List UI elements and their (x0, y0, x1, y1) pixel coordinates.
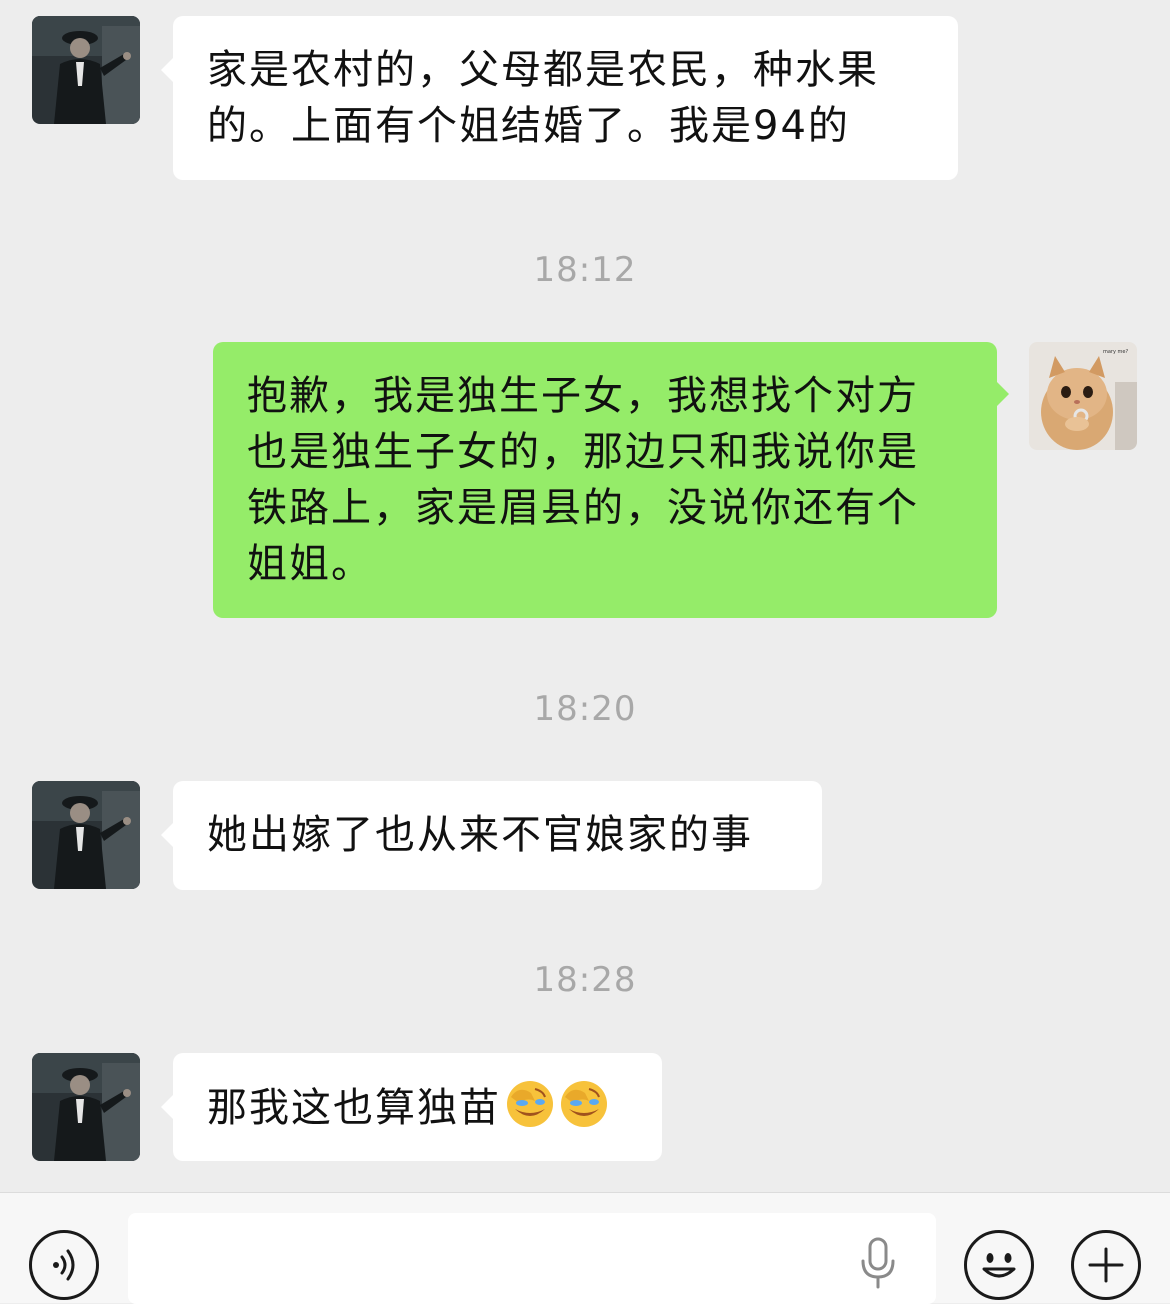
message-text-line: 家是农村的，父母都是农民，种水果 (207, 47, 879, 93)
voice-button[interactable] (29, 1230, 99, 1300)
message-text-line: 铁路上，家是眉县的，没说你还有个 (247, 485, 919, 531)
contact-avatar[interactable] (32, 781, 140, 889)
facepalm-crying-emoji-icon (507, 1081, 553, 1127)
microphone-icon[interactable] (858, 1237, 898, 1289)
timestamp: 18:28 (533, 960, 637, 1000)
contact-avatar[interactable] (32, 16, 140, 124)
emoji-button[interactable] (964, 1230, 1034, 1300)
message-text-line: 那我这也算独苗 (207, 1085, 501, 1131)
contact-avatar[interactable] (32, 1053, 140, 1161)
input-bar (0, 1192, 1170, 1304)
message-text-line: 也是独生子女的，那边只和我说你是 (247, 429, 919, 475)
message-bubble[interactable]: 抱歉，我是独生子女，我想找个对方 也是独生子女的，那边只和我说你是 铁路上，家是… (213, 342, 1009, 618)
self-avatar[interactable]: mary me? (1029, 342, 1137, 450)
chat-area[interactable]: 家是农村的，父母都是农民，种水果 的。上面有个姐结婚了。我是94的 18:12 … (0, 0, 1170, 1192)
facepalm-crying-emoji-icon (561, 1081, 607, 1127)
message-bubble[interactable]: 家是农村的，父母都是农民，种水果 的。上面有个姐结婚了。我是94的 (161, 16, 958, 180)
message-input[interactable] (128, 1213, 936, 1304)
message-text-line: 的。上面有个姐结婚了。我是94的 (207, 103, 850, 149)
emoji-icon (982, 1253, 1016, 1278)
message-bubble[interactable]: 她出嫁了也从来不官娘家的事 (161, 781, 822, 890)
message-text-line: 姐姐。 (247, 541, 373, 587)
timestamp: 18:20 (533, 689, 637, 729)
message-text-line: 抱歉，我是独生子女，我想找个对方 (247, 373, 919, 419)
plus-icon (1088, 1247, 1124, 1283)
self-avatar-caption: mary me? (1103, 349, 1129, 355)
plus-button[interactable] (1071, 1230, 1141, 1300)
message-text-line: 她出嫁了也从来不官娘家的事 (207, 812, 753, 858)
voice-icon (53, 1249, 75, 1281)
timestamp: 18:12 (533, 250, 637, 290)
message-bubble[interactable]: 那我这也算独苗 (161, 1053, 662, 1161)
